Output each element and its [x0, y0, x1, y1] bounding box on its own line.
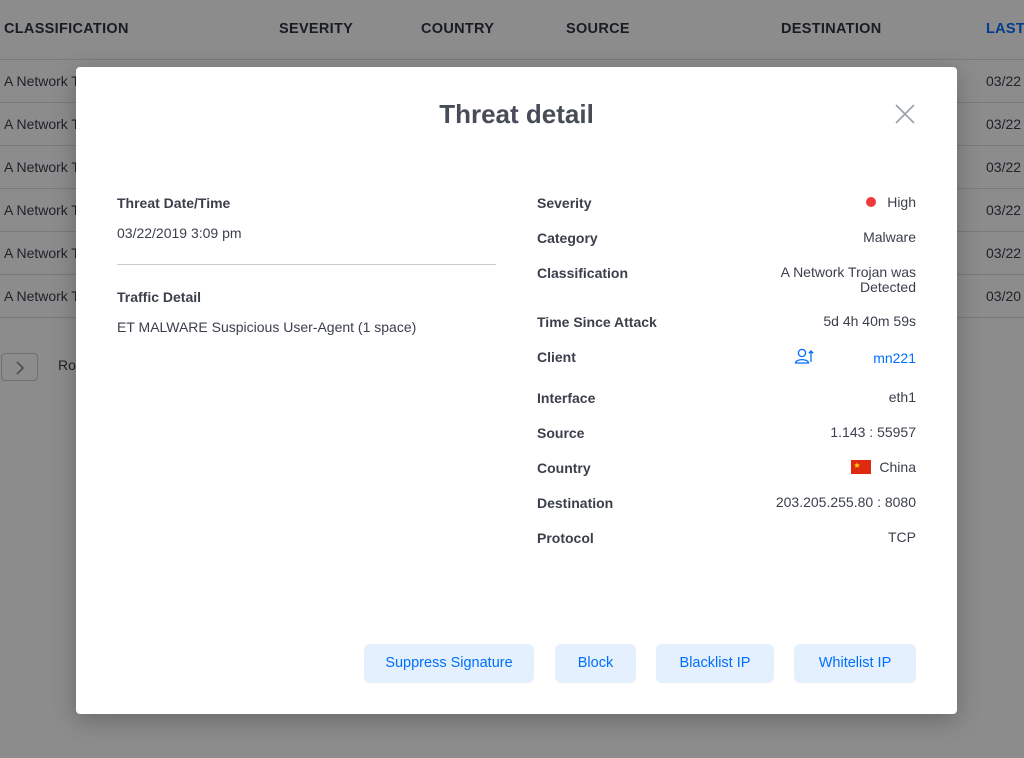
source-label: Source [537, 425, 585, 441]
details-column: Severity High Category Malware Classific… [537, 195, 916, 565]
user-upload-icon[interactable] [794, 347, 814, 365]
divider [117, 264, 496, 265]
country-value: China [851, 458, 916, 475]
time-since-label: Time Since Attack [537, 314, 657, 330]
traffic-detail-label: Traffic Detail [117, 289, 202, 305]
china-flag-icon [851, 458, 872, 474]
protocol-label: Protocol [537, 530, 594, 546]
destination-value: 203.205.255.80 : 8080 [775, 494, 916, 510]
time-since-row: Time Since Attack 5d 4h 40m 59s [537, 314, 916, 349]
source-value: 1.143 : 55957 [830, 424, 916, 440]
country-label: Country [537, 460, 591, 476]
blacklist-ip-button[interactable]: Blacklist IP [656, 644, 774, 683]
category-row: Category Malware [537, 230, 916, 265]
severity-text: High [887, 194, 916, 210]
modal-title: Threat detail [439, 99, 594, 129]
classification-label: Classification [537, 265, 629, 281]
threat-detail-modal: Threat detail Threat Date/Time 03/22/201… [76, 67, 957, 714]
threat-datetime-label: Threat Date/Time [117, 195, 231, 211]
protocol-row: Protocol TCP [537, 530, 916, 565]
threat-datetime-value: 03/22/2019 3:09 pm [117, 225, 242, 241]
traffic-detail-value: ET MALWARE Suspicious User-Agent (1 spac… [117, 319, 417, 335]
interface-value: eth1 [888, 389, 916, 405]
client-label: Client [537, 349, 576, 365]
severity-label: Severity [537, 195, 592, 211]
destination-label: Destination [537, 495, 614, 511]
country-row: Country China [537, 458, 916, 495]
time-since-value: 5d 4h 40m 59s [823, 313, 916, 329]
severity-dot-icon [866, 197, 877, 207]
close-button[interactable] [894, 103, 916, 125]
severity-row: Severity High [537, 195, 916, 230]
destination-row: Destination 203.205.255.80 : 8080 [537, 495, 916, 530]
source-row: Source 1.143 : 55957 [537, 425, 916, 460]
interface-row: Interface eth1 [537, 390, 916, 425]
client-link[interactable]: mn221 [873, 351, 916, 366]
whitelist-ip-button[interactable]: Whitelist IP [794, 644, 916, 683]
country-text: China [879, 459, 916, 475]
category-value: Malware [863, 229, 916, 245]
severity-value: High [866, 195, 916, 210]
interface-label: Interface [537, 390, 596, 406]
category-label: Category [537, 230, 598, 246]
block-button[interactable]: Block [555, 644, 636, 683]
classification-row: Classification A Network Trojan was Dete… [537, 265, 916, 314]
client-row: Client mn221 [537, 347, 916, 390]
protocol-value: TCP [888, 529, 916, 545]
left-column: Threat Date/Time 03/22/2019 3:09 pm Traf… [117, 195, 496, 335]
classification-value: A Network Trojan was Detected [780, 264, 916, 295]
close-icon [895, 104, 915, 124]
suppress-signature-button[interactable]: Suppress Signature [364, 644, 534, 683]
